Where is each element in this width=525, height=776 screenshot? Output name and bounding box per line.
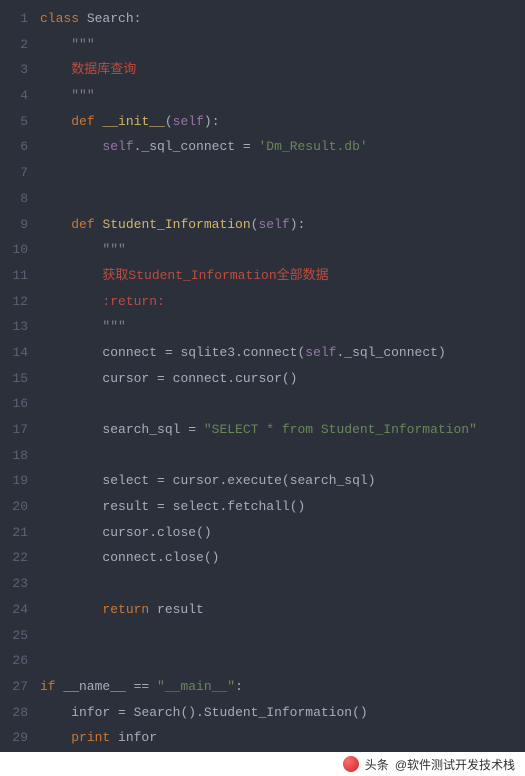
code-area[interactable]: class Search: """ 数据库查询 """ def __init__… <box>40 0 525 752</box>
line-number: 19 <box>0 468 28 494</box>
line-number: 26 <box>0 648 28 674</box>
attribution-footer: 头条 @软件测试开发技术栈 <box>0 752 525 776</box>
code-line[interactable] <box>40 648 525 674</box>
line-number: 28 <box>0 700 28 726</box>
code-line[interactable]: cursor.close() <box>40 520 525 546</box>
code-line[interactable] <box>40 391 525 417</box>
code-line[interactable]: self._sql_connect = 'Dm_Result.db' <box>40 134 525 160</box>
line-number: 1 <box>0 6 28 32</box>
line-number: 20 <box>0 494 28 520</box>
line-number-gutter: 1234567891011121314151617181920212223242… <box>0 0 40 752</box>
source-label: 头条 <box>365 756 389 773</box>
author-label: @软件测试开发技术栈 <box>395 756 515 773</box>
code-line[interactable]: infor = Search().Student_Information() <box>40 700 525 726</box>
line-number: 25 <box>0 623 28 649</box>
line-number: 16 <box>0 391 28 417</box>
code-line[interactable]: connect.close() <box>40 545 525 571</box>
line-number: 22 <box>0 545 28 571</box>
code-line[interactable]: def Student_Information(self): <box>40 212 525 238</box>
code-line[interactable]: """ <box>40 237 525 263</box>
line-number: 3 <box>0 57 28 83</box>
line-number: 17 <box>0 417 28 443</box>
code-line[interactable] <box>40 623 525 649</box>
code-line[interactable]: """ <box>40 32 525 58</box>
code-line[interactable] <box>40 571 525 597</box>
line-number: 8 <box>0 186 28 212</box>
line-number: 13 <box>0 314 28 340</box>
line-number: 5 <box>0 109 28 135</box>
code-line[interactable]: def __init__(self): <box>40 109 525 135</box>
code-line[interactable] <box>40 160 525 186</box>
line-number: 2 <box>0 32 28 58</box>
code-line[interactable]: """ <box>40 83 525 109</box>
avatar-icon <box>343 756 359 772</box>
code-line[interactable]: 数据库查询 <box>40 57 525 83</box>
code-editor[interactable]: 1234567891011121314151617181920212223242… <box>0 0 525 752</box>
code-line[interactable]: connect = sqlite3.connect(self._sql_conn… <box>40 340 525 366</box>
line-number: 7 <box>0 160 28 186</box>
code-line[interactable]: cursor = connect.cursor() <box>40 366 525 392</box>
code-line[interactable]: select = cursor.execute(search_sql) <box>40 468 525 494</box>
code-line[interactable]: result = select.fetchall() <box>40 494 525 520</box>
line-number: 18 <box>0 443 28 469</box>
line-number: 29 <box>0 725 28 751</box>
line-number: 14 <box>0 340 28 366</box>
code-line[interactable] <box>40 443 525 469</box>
line-number: 27 <box>0 674 28 700</box>
code-line[interactable]: return result <box>40 597 525 623</box>
code-line[interactable]: :return: <box>40 289 525 315</box>
line-number: 6 <box>0 134 28 160</box>
line-number: 12 <box>0 289 28 315</box>
code-line[interactable]: 获取Student_Information全部数据 <box>40 263 525 289</box>
code-line[interactable]: print infor <box>40 725 525 751</box>
code-line[interactable]: search_sql = "SELECT * from Student_Info… <box>40 417 525 443</box>
line-number: 24 <box>0 597 28 623</box>
line-number: 10 <box>0 237 28 263</box>
line-number: 23 <box>0 571 28 597</box>
line-number: 21 <box>0 520 28 546</box>
line-number: 4 <box>0 83 28 109</box>
line-number: 9 <box>0 212 28 238</box>
code-line[interactable] <box>40 186 525 212</box>
line-number: 11 <box>0 263 28 289</box>
code-line[interactable]: """ <box>40 314 525 340</box>
code-line[interactable]: class Search: <box>40 6 525 32</box>
line-number: 15 <box>0 366 28 392</box>
code-line[interactable]: if __name__ == "__main__": <box>40 674 525 700</box>
